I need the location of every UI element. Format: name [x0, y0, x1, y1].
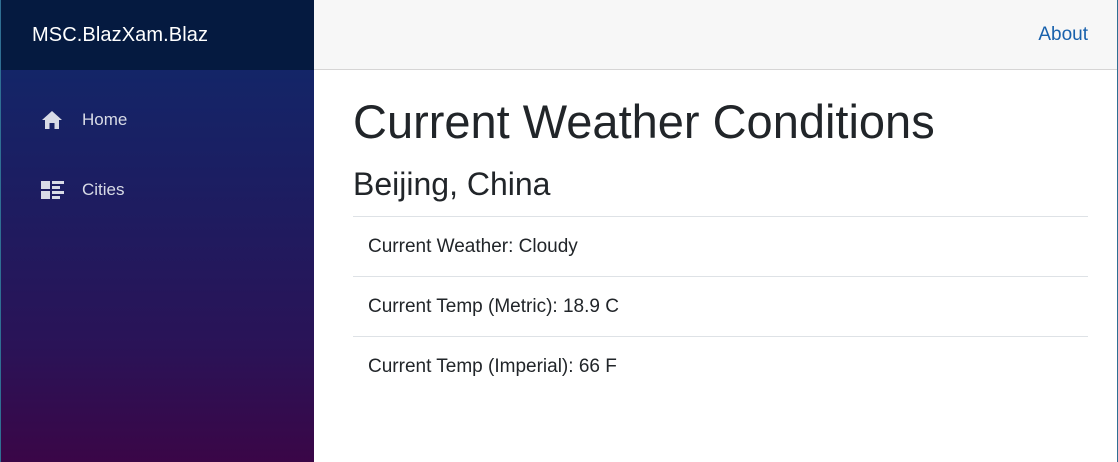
content: Current Weather Conditions Beijing, Chin…	[314, 94, 1117, 397]
main-area: About Current Weather Conditions Beijing…	[314, 0, 1118, 462]
top-row: About	[314, 0, 1117, 70]
sidebar-item-label: Cities	[82, 180, 125, 199]
page-title: Current Weather Conditions	[353, 95, 935, 148]
app-window: MSC.BlazXam.Blaz Home Cities About Curre…	[0, 0, 1118, 462]
list-item-weather: Current Weather: Cloudy	[353, 217, 1088, 277]
list-item-temp-metric: Current Temp (Metric): 18.9 C	[353, 277, 1088, 337]
location-heading: Beijing, China	[353, 166, 551, 202]
list-item-temp-imperial: Current Temp (Imperial): 66 F	[368, 356, 617, 377]
brand-bar: MSC.BlazXam.Blaz	[1, 0, 314, 70]
conditions-list: Current Weather: Cloudy Current Temp (Me…	[353, 216, 1088, 397]
brand-title[interactable]: MSC.BlazXam.Blaz	[32, 24, 208, 47]
about-link[interactable]: About	[1038, 24, 1088, 46]
home-icon	[41, 108, 65, 132]
sidebar: MSC.BlazXam.Blaz Home Cities	[0, 0, 314, 462]
sidebar-item-label: Home	[82, 110, 128, 129]
list-grid-icon	[41, 178, 65, 202]
sidebar-item-cities[interactable]: Cities	[1, 155, 314, 225]
nav-menu: Home Cities	[1, 70, 314, 225]
sidebar-item-home[interactable]: Home	[1, 85, 314, 155]
